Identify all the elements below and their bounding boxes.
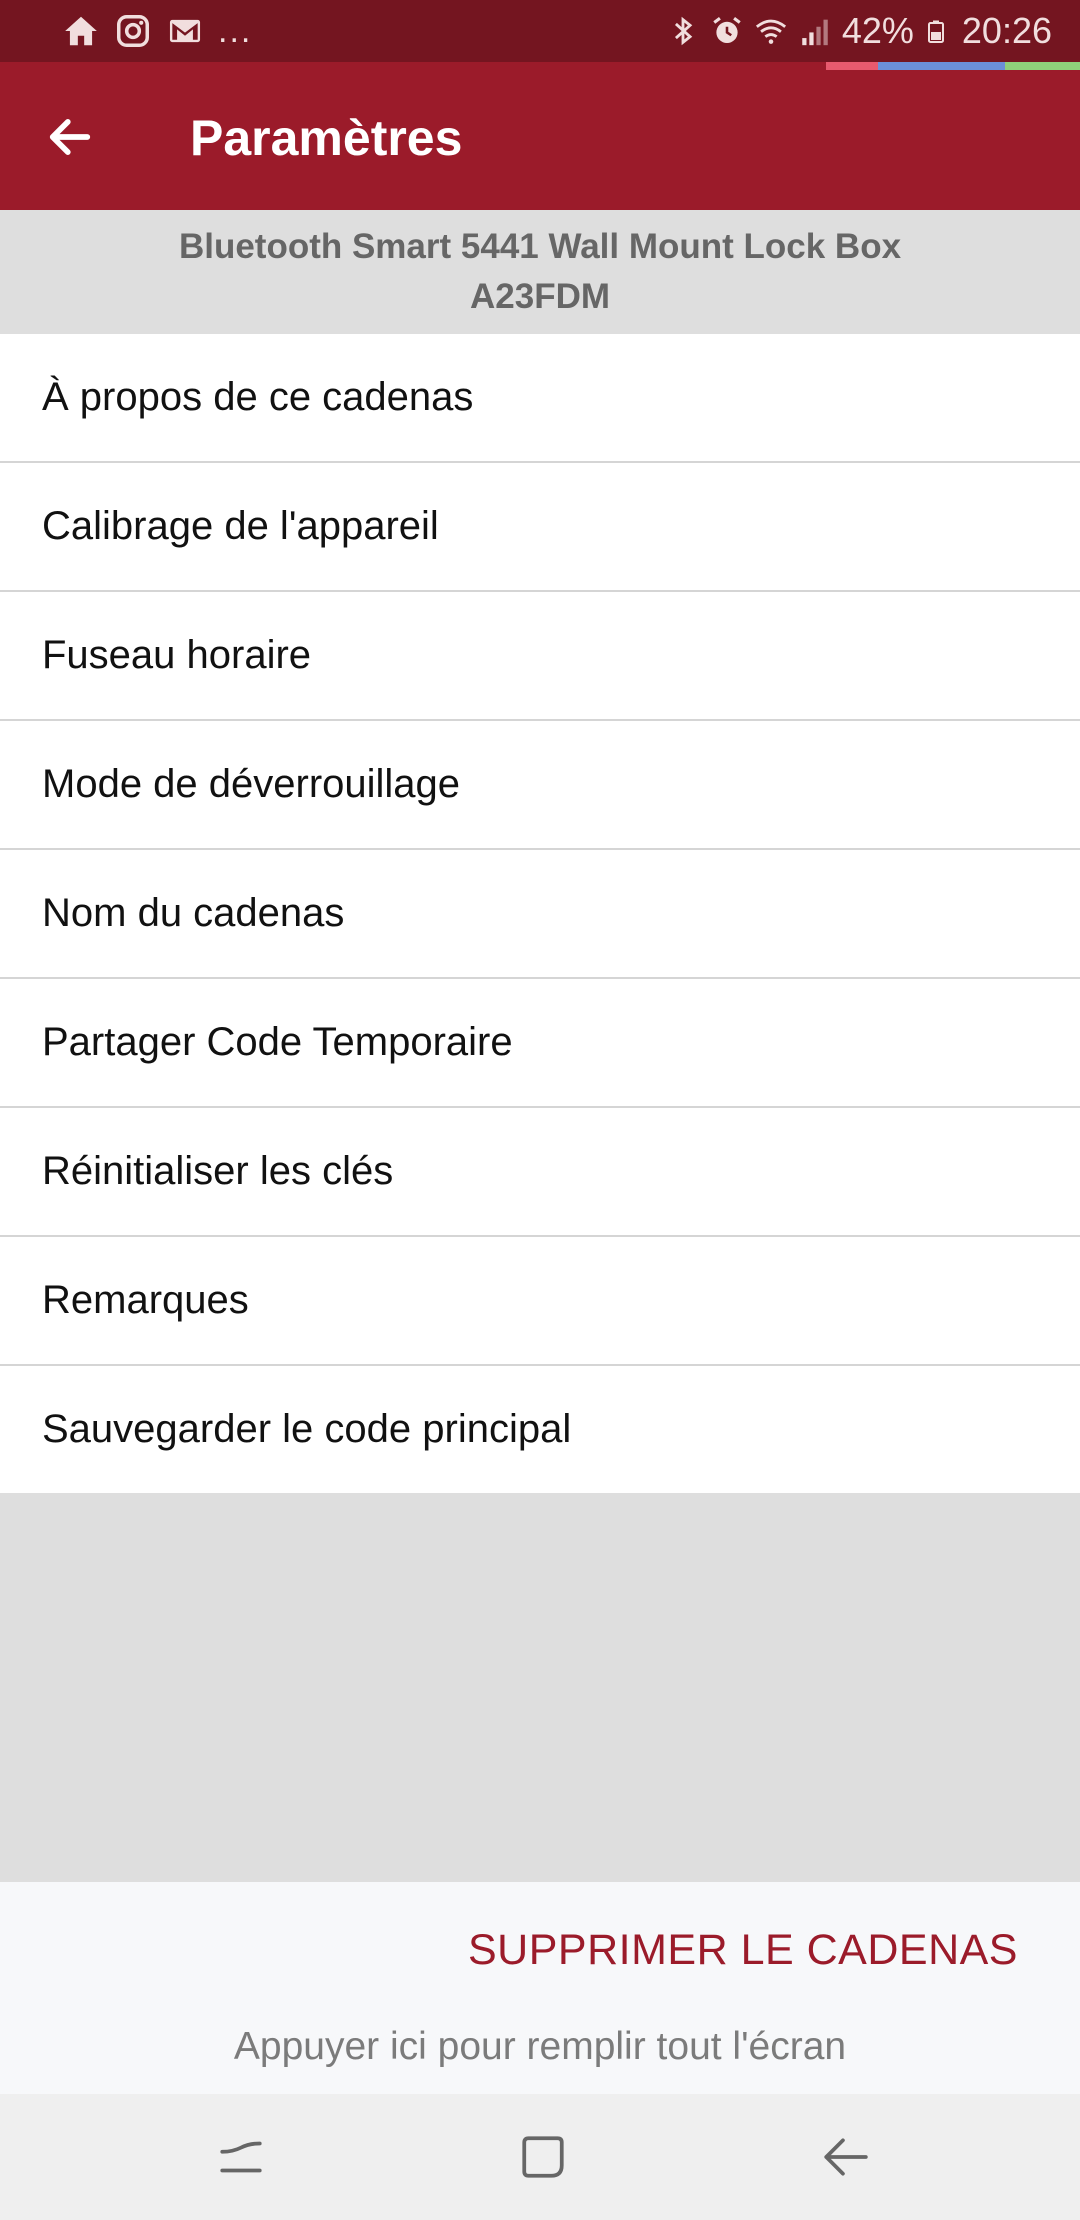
- progress-segment: [878, 62, 1005, 70]
- app-bar: Paramètres: [0, 62, 1080, 210]
- settings-item-notes[interactable]: Remarques: [0, 1237, 1080, 1366]
- system-back-button[interactable]: [812, 2124, 878, 2190]
- bottom-panel: SUPPRIMER LE CADENAS Appuyer ici pour re…: [0, 1882, 1080, 2094]
- fullscreen-hint[interactable]: Appuyer ici pour remplir tout l'écran: [0, 2022, 1080, 2072]
- settings-list: À propos de ce cadenas Calibrage de l'ap…: [0, 334, 1080, 1493]
- wifi-icon: [755, 19, 786, 44]
- delete-lock-button[interactable]: SUPPRIMER LE CADENAS: [468, 1922, 1018, 1978]
- settings-item-reset-keys[interactable]: Réinitialiser les clés: [0, 1108, 1080, 1237]
- bluetooth-icon: [674, 16, 693, 46]
- settings-item-calibration[interactable]: Calibrage de l'appareil: [0, 463, 1080, 592]
- battery-percent: 42%: [841, 10, 914, 51]
- settings-item-unlock-mode[interactable]: Mode de déverrouillage: [0, 721, 1080, 850]
- settings-item-about[interactable]: À propos de ce cadenas: [0, 334, 1080, 463]
- home-button[interactable]: [510, 2124, 576, 2190]
- alarm-icon: [713, 17, 741, 44]
- lock-device-id: A23FDM: [469, 277, 611, 316]
- navigation-bar: [0, 2094, 1080, 2220]
- settings-item-save-primary-code[interactable]: Sauvegarder le code principal: [0, 1366, 1080, 1493]
- progress-segment: [826, 62, 878, 70]
- settings-item-share-temp-code[interactable]: Partager Code Temporaire: [0, 979, 1080, 1108]
- page-title: Paramètres: [190, 110, 463, 166]
- progress-strip: [826, 62, 1080, 70]
- clock: 20:26: [961, 10, 1052, 51]
- more-notifications-indicator: ...: [218, 12, 253, 50]
- system-indicators: 42% 20:26: [666, 10, 1052, 52]
- recent-apps-button[interactable]: [208, 2124, 274, 2190]
- back-icon: [824, 2138, 868, 2176]
- home-icon: [65, 16, 97, 46]
- signal-icon: [802, 19, 828, 46]
- progress-segment: [1005, 62, 1080, 70]
- recent-apps-icon: [220, 2141, 262, 2173]
- home-button-icon: [522, 2136, 564, 2178]
- settings-item-timezone[interactable]: Fuseau horaire: [0, 592, 1080, 721]
- notification-icons: ...: [62, 12, 252, 50]
- battery-icon: [927, 20, 944, 43]
- settings-item-lock-name[interactable]: Nom du cadenas: [0, 850, 1080, 979]
- gmail-icon: [169, 19, 201, 43]
- status-bar: ... 42% 20:26: [0, 0, 1080, 62]
- back-button[interactable]: [30, 102, 110, 172]
- lock-model: Bluetooth Smart 5441 Wall Mount Lock Box: [178, 227, 902, 266]
- lock-info-header: Bluetooth Smart 5441 Wall Mount Lock Box…: [0, 210, 1080, 334]
- instagram-icon: [117, 15, 149, 47]
- arrow-left-icon: [49, 119, 91, 155]
